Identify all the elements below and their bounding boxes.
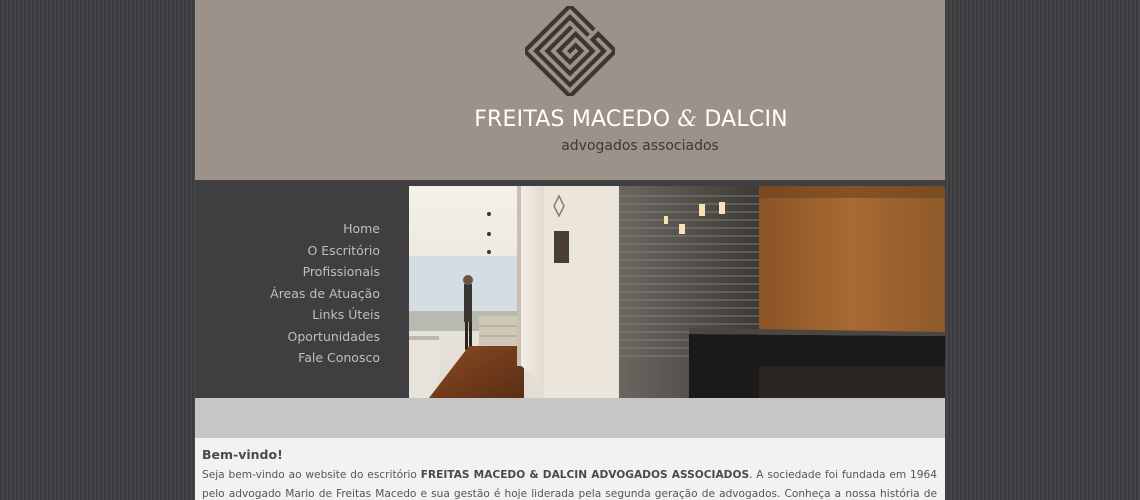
nav-item-oportunidades[interactable]: Oportunidades — [195, 326, 380, 348]
nav-item-profissionais[interactable]: Profissionais — [195, 261, 380, 283]
nav-photo-band: Home O Escritório Profissionais Áreas de… — [195, 180, 945, 398]
brand-name-pre: FREITAS MACEDO — [474, 107, 671, 132]
welcome-paragraph: Seja bem-vindo ao website do escritório … — [202, 466, 937, 500]
main-nav: Home O Escritório Profissionais Áreas de… — [195, 218, 380, 369]
nav-item-links-uteis[interactable]: Links Úteis — [195, 304, 380, 326]
welcome-text-firm-name: FREITAS MACEDO & DALCIN ADVOGADOS ASSOCI… — [420, 469, 750, 481]
page-wrapper: FREITAS MACEDO & DALCIN advogados associ… — [195, 0, 945, 500]
office-interior-photo — [409, 186, 945, 398]
welcome-text-intro: Seja bem-vindo ao website do escritório — [202, 469, 421, 481]
grey-divider-strip — [195, 398, 945, 438]
nav-item-o-escritorio[interactable]: O Escritório — [195, 240, 380, 262]
brand-name-ampersand: & — [677, 107, 698, 132]
welcome-title: Bem-vindo! — [202, 447, 283, 462]
welcome-section: Bem-vindo! Seja bem-vindo ao website do … — [195, 438, 945, 500]
site-header: FREITAS MACEDO & DALCIN advogados associ… — [195, 0, 945, 180]
nav-item-home[interactable]: Home — [195, 218, 380, 240]
square-spiral-logo-icon[interactable] — [525, 6, 615, 96]
brand-subtitle: advogados associados — [561, 138, 719, 154]
brand-name-post: DALCIN — [704, 107, 788, 132]
nav-item-areas-de-atuacao[interactable]: Áreas de Atuação — [195, 283, 380, 305]
nav-item-fale-conosco[interactable]: Fale Conosco — [195, 347, 380, 369]
brand-name: FREITAS MACEDO & DALCIN — [195, 107, 945, 132]
